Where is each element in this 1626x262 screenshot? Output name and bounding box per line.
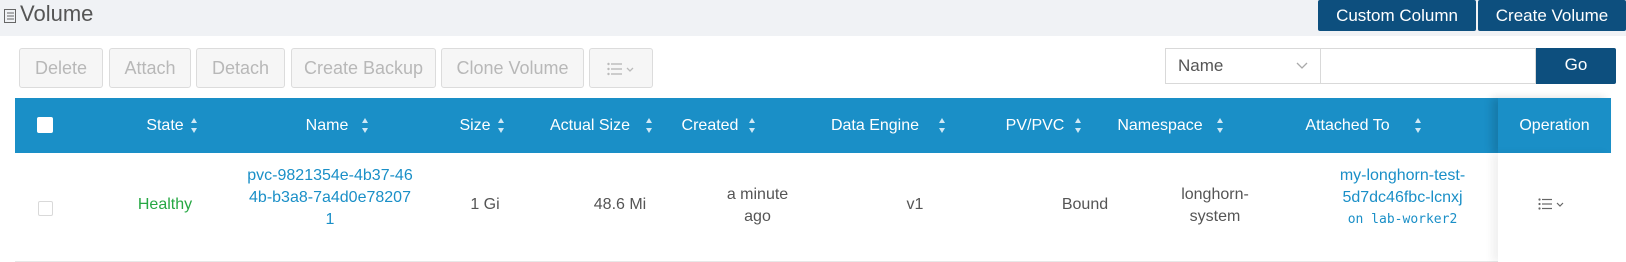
- column-header-data-engine[interactable]: Data Engine: [810, 98, 945, 153]
- row-checkbox[interactable]: [38, 201, 53, 216]
- column-header-size[interactable]: Size: [430, 98, 520, 153]
- page-title: Volume: [20, 1, 94, 26]
- namespace: longhorn- system: [1181, 186, 1249, 225]
- column-header-namespace[interactable]: Namespace: [1100, 98, 1223, 153]
- clone-volume-button[interactable]: Clone Volume: [441, 48, 584, 88]
- column-header-actual-size[interactable]: Actual Size: [525, 98, 655, 153]
- select-all-checkbox[interactable]: [37, 117, 53, 133]
- filter-field-select[interactable]: Name: [1165, 48, 1320, 84]
- sort-icon: [1415, 118, 1421, 133]
- sort-icon: [362, 118, 368, 133]
- attached-node: on lab-worker2: [1347, 212, 1458, 227]
- operation-cell: [1498, 153, 1611, 262]
- delete-button[interactable]: Delete: [19, 48, 103, 88]
- list-icon: [4, 9, 16, 23]
- column-header-created[interactable]: Created: [660, 98, 760, 153]
- volume-name-link[interactable]: pvc-9821354e-4b37-46 4b-b3a8-7a4d0e78207…: [240, 165, 420, 231]
- chevron-down-icon: [1296, 62, 1308, 69]
- attached-to-link[interactable]: my-longhorn-test- 5d7dc46fbc-lcnxj on la…: [1315, 165, 1490, 231]
- filter-field-value: Name: [1178, 56, 1224, 75]
- create-backup-button[interactable]: Create Backup: [291, 48, 436, 88]
- sort-icon: [939, 118, 945, 133]
- more-actions-dropdown[interactable]: [589, 48, 653, 88]
- search-input[interactable]: [1320, 48, 1536, 84]
- go-button[interactable]: Go: [1536, 48, 1616, 84]
- volume-actual-size: 48.6 Mi: [593, 196, 647, 213]
- title-bar: Volume Custom Column Create Volume: [0, 0, 1626, 36]
- column-header-pv-pvc[interactable]: PV/PVC: [990, 98, 1081, 153]
- sort-icon: [1217, 118, 1223, 133]
- sort-icon: [191, 118, 197, 133]
- volume-created: a minute ago: [726, 186, 789, 225]
- state-healthy: Healthy: [137, 196, 193, 213]
- create-volume-button[interactable]: Create Volume: [1478, 0, 1626, 31]
- sort-icon: [646, 118, 652, 133]
- column-header-attached-to[interactable]: Attached To: [1285, 98, 1421, 153]
- table-header: State Name Size Actual Size Created Data…: [15, 98, 1611, 153]
- volume-size: 1 Gi: [470, 196, 500, 213]
- sort-icon: [1075, 118, 1081, 133]
- column-header-operation: Operation: [1498, 98, 1611, 153]
- data-engine: v1: [906, 196, 924, 213]
- column-header-name[interactable]: Name: [277, 98, 377, 153]
- custom-column-button[interactable]: Custom Column: [1318, 0, 1476, 31]
- column-header-state[interactable]: State: [110, 98, 220, 153]
- attach-button[interactable]: Attach: [109, 48, 191, 88]
- list-dropdown-icon: [607, 62, 634, 76]
- detach-button[interactable]: Detach: [196, 48, 285, 88]
- pv-pvc-status: Bound: [1061, 196, 1109, 213]
- operation-dropdown-icon[interactable]: [1538, 198, 1566, 210]
- sort-icon: [498, 118, 504, 133]
- sort-icon: [749, 118, 755, 133]
- table-row: Healthy pvc-9821354e-4b37-46 4b-b3a8-7a4…: [15, 153, 1611, 262]
- volume-panel: Delete Attach Detach Create Backup Clone…: [0, 36, 1626, 262]
